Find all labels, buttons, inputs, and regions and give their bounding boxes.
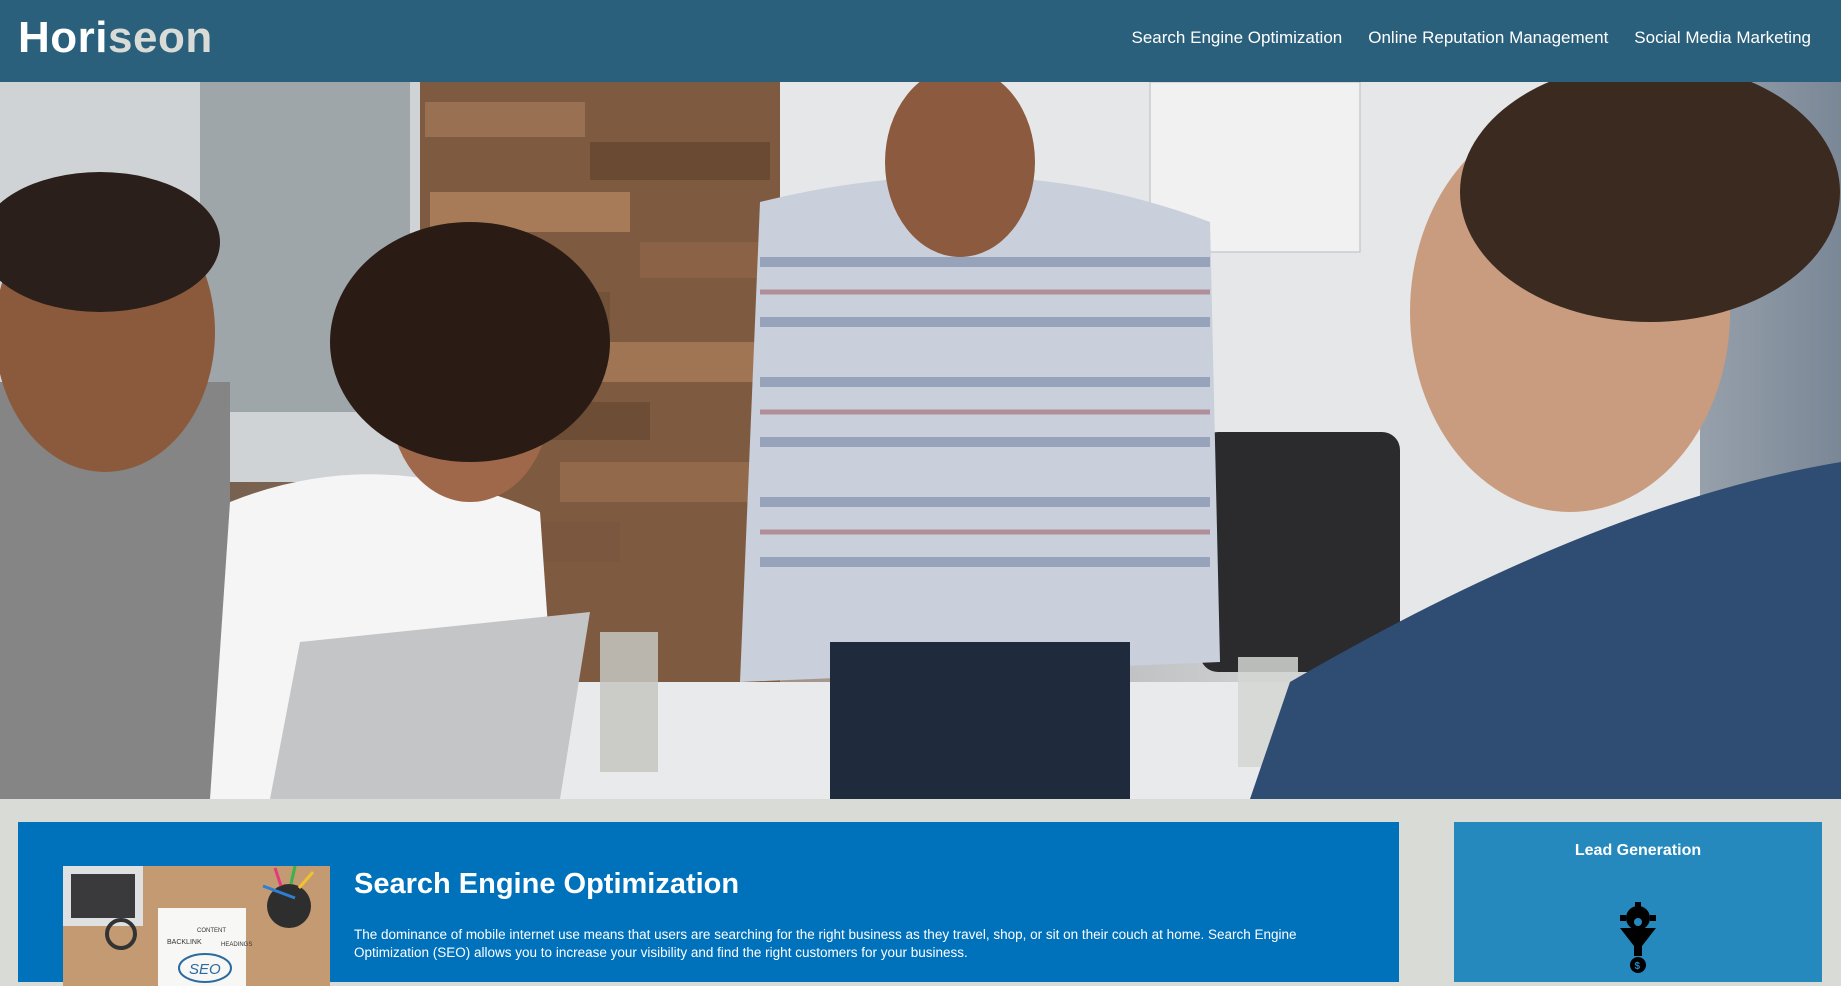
nav-link-reputation-management[interactable]: Online Reputation Management (1368, 28, 1608, 48)
seo-thumbnail-backlink: BACKLINK (167, 939, 202, 946)
main-nav: Search Engine Optimization Online Reputa… (1132, 28, 1811, 48)
lead-generation-card: Lead Generation $ (1454, 822, 1822, 982)
seo-title: Search Engine Optimization (354, 868, 740, 900)
hero-image (0, 82, 1841, 799)
seo-thumbnail-image: BACKLINK CONTENT HEADINGS SEO (63, 866, 330, 986)
seo-thumbnail-seo: SEO (189, 961, 221, 978)
seo-thumbnail-illustration: BACKLINK CONTENT HEADINGS SEO (63, 866, 330, 986)
seo-thumbnail-content: CONTENT (197, 928, 226, 934)
hero-illustration (0, 82, 1841, 799)
site-header: Horiseon Search Engine Optimization Onli… (0, 0, 1841, 82)
nav-link-seo[interactable]: Search Engine Optimization (1132, 28, 1343, 48)
nav-link-social-media[interactable]: Social Media Marketing (1634, 28, 1811, 48)
lead-generation-icon: $ (1620, 902, 1656, 973)
site-logo[interactable]: Horiseon (18, 16, 213, 60)
seo-section: BACKLINK CONTENT HEADINGS SEO Search Eng… (18, 822, 1399, 986)
hero-chair (1200, 432, 1400, 672)
seo-description: The dominance of mobile internet use mea… (354, 927, 1297, 960)
logo-accent-text: seon (108, 13, 213, 62)
lead-generation-title: Lead Generation (1574, 842, 1702, 859)
hero-person-left (0, 172, 230, 799)
svg-text:$: $ (1635, 961, 1641, 972)
logo-main-text: Hori (18, 13, 108, 62)
seo-thumbnail-headings: HEADINGS (221, 942, 252, 948)
hero-glass (600, 632, 658, 772)
